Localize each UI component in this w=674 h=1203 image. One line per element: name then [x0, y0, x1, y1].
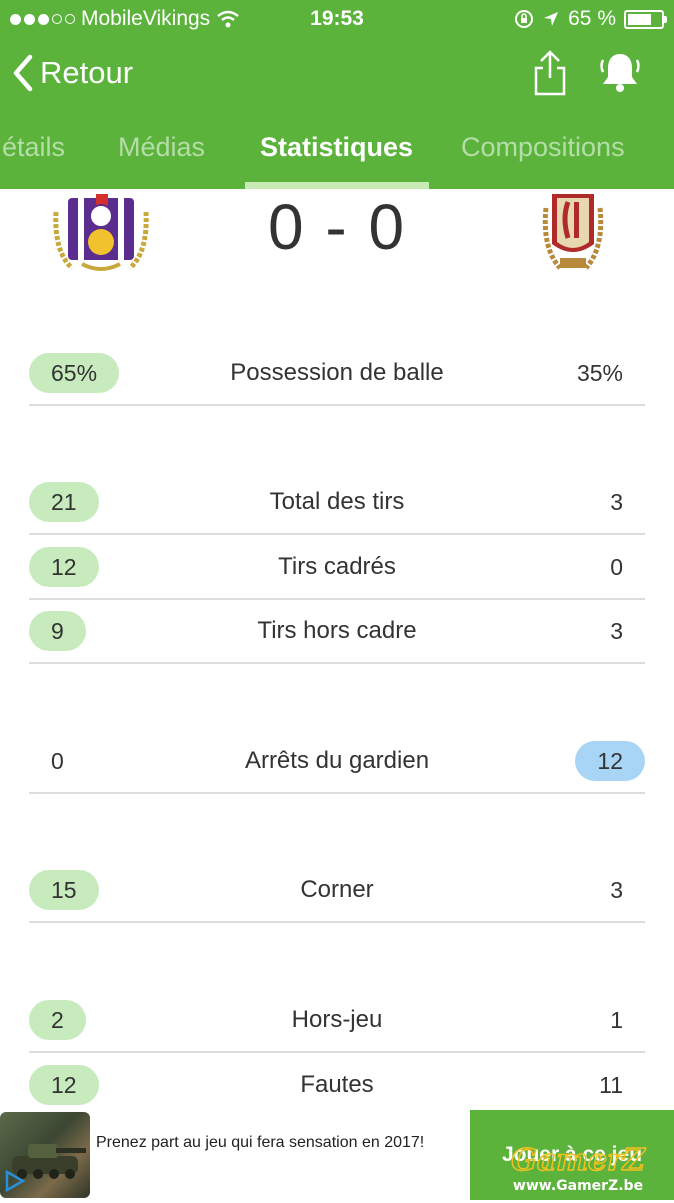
stat-away-value: 0 [610, 554, 623, 580]
back-label: Retour [40, 55, 134, 90]
stat-row-saves: 0 Arrêts du gardien 12 [29, 728, 645, 794]
watermark-url: www.GamerZ.be [513, 1178, 643, 1194]
stat-label: Corner [300, 876, 374, 903]
stat-away-value: 1 [610, 1007, 623, 1033]
location-icon [544, 12, 559, 26]
stat-row-offsides: 2 Hors-jeu 1 [29, 987, 645, 1053]
stat-label: Hors-jeu [291, 1006, 383, 1033]
stat-row-possession: 65% Possession de balle 35% [29, 340, 645, 406]
stat-away-value: 3 [610, 877, 623, 903]
stat-row-shots-off-target: 9 Tirs hors cadre 3 [29, 598, 645, 664]
tab-medias[interactable]: Médias [118, 132, 205, 163]
nav-bar: Retour [0, 40, 674, 112]
ad-choices-icon[interactable] [4, 1170, 26, 1192]
status-bar: MobileVikings 19:53 65 % [0, 0, 674, 38]
active-tab-indicator [245, 182, 429, 189]
back-button[interactable]: Retour [12, 54, 133, 92]
stat-away-value: 35% [576, 360, 623, 386]
bell-icon[interactable] [598, 50, 642, 94]
status-right: 65 % [514, 7, 667, 31]
rotation-lock-icon [515, 10, 534, 28]
stat-label: Tirs hors cadre [257, 617, 417, 644]
stat-label: Total des tirs [269, 488, 405, 515]
share-icon[interactable] [530, 48, 570, 96]
stat-row-shots-on-target: 12 Tirs cadrés 0 [29, 534, 645, 600]
watermark-logo-text: GamerZ [511, 1143, 646, 1178]
tab-compositions[interactable]: Compositions [461, 132, 625, 163]
chevron-left-icon [13, 54, 33, 92]
stat-row-fouls: 12 Fautes 11 [29, 1052, 645, 1116]
gamerz-watermark: GamerZ www.GamerZ.be [510, 1142, 646, 1194]
battery-percent: 65 % [568, 7, 616, 30]
tab-bar: étails Médias Statistiques Compositions [0, 112, 674, 189]
stat-label: Fautes [300, 1071, 374, 1098]
stat-row-total-shots: 21 Total des tirs 3 [29, 469, 645, 535]
tab-details[interactable]: étails [2, 132, 65, 163]
battery-icon [624, 9, 667, 29]
stat-label: Tirs cadrés [278, 553, 396, 580]
stat-away-value: 11 [599, 1072, 623, 1098]
stat-away-value: 3 [610, 618, 623, 644]
stat-away-value: 3 [610, 489, 623, 515]
away-team-crest [542, 194, 604, 270]
stat-away-value: 12 [575, 741, 645, 781]
stat-label: Possession de balle [230, 359, 444, 386]
app-header: MobileVikings 19:53 65 % Retour étails M… [0, 0, 674, 189]
tab-statistiques[interactable]: Statistiques [260, 132, 413, 163]
stat-label: Arrêts du gardien [244, 747, 430, 774]
stat-row-corners: 15 Corner 3 [29, 857, 645, 923]
ad-text: Prenez part au jeu qui fera sensation en… [96, 1134, 425, 1151]
